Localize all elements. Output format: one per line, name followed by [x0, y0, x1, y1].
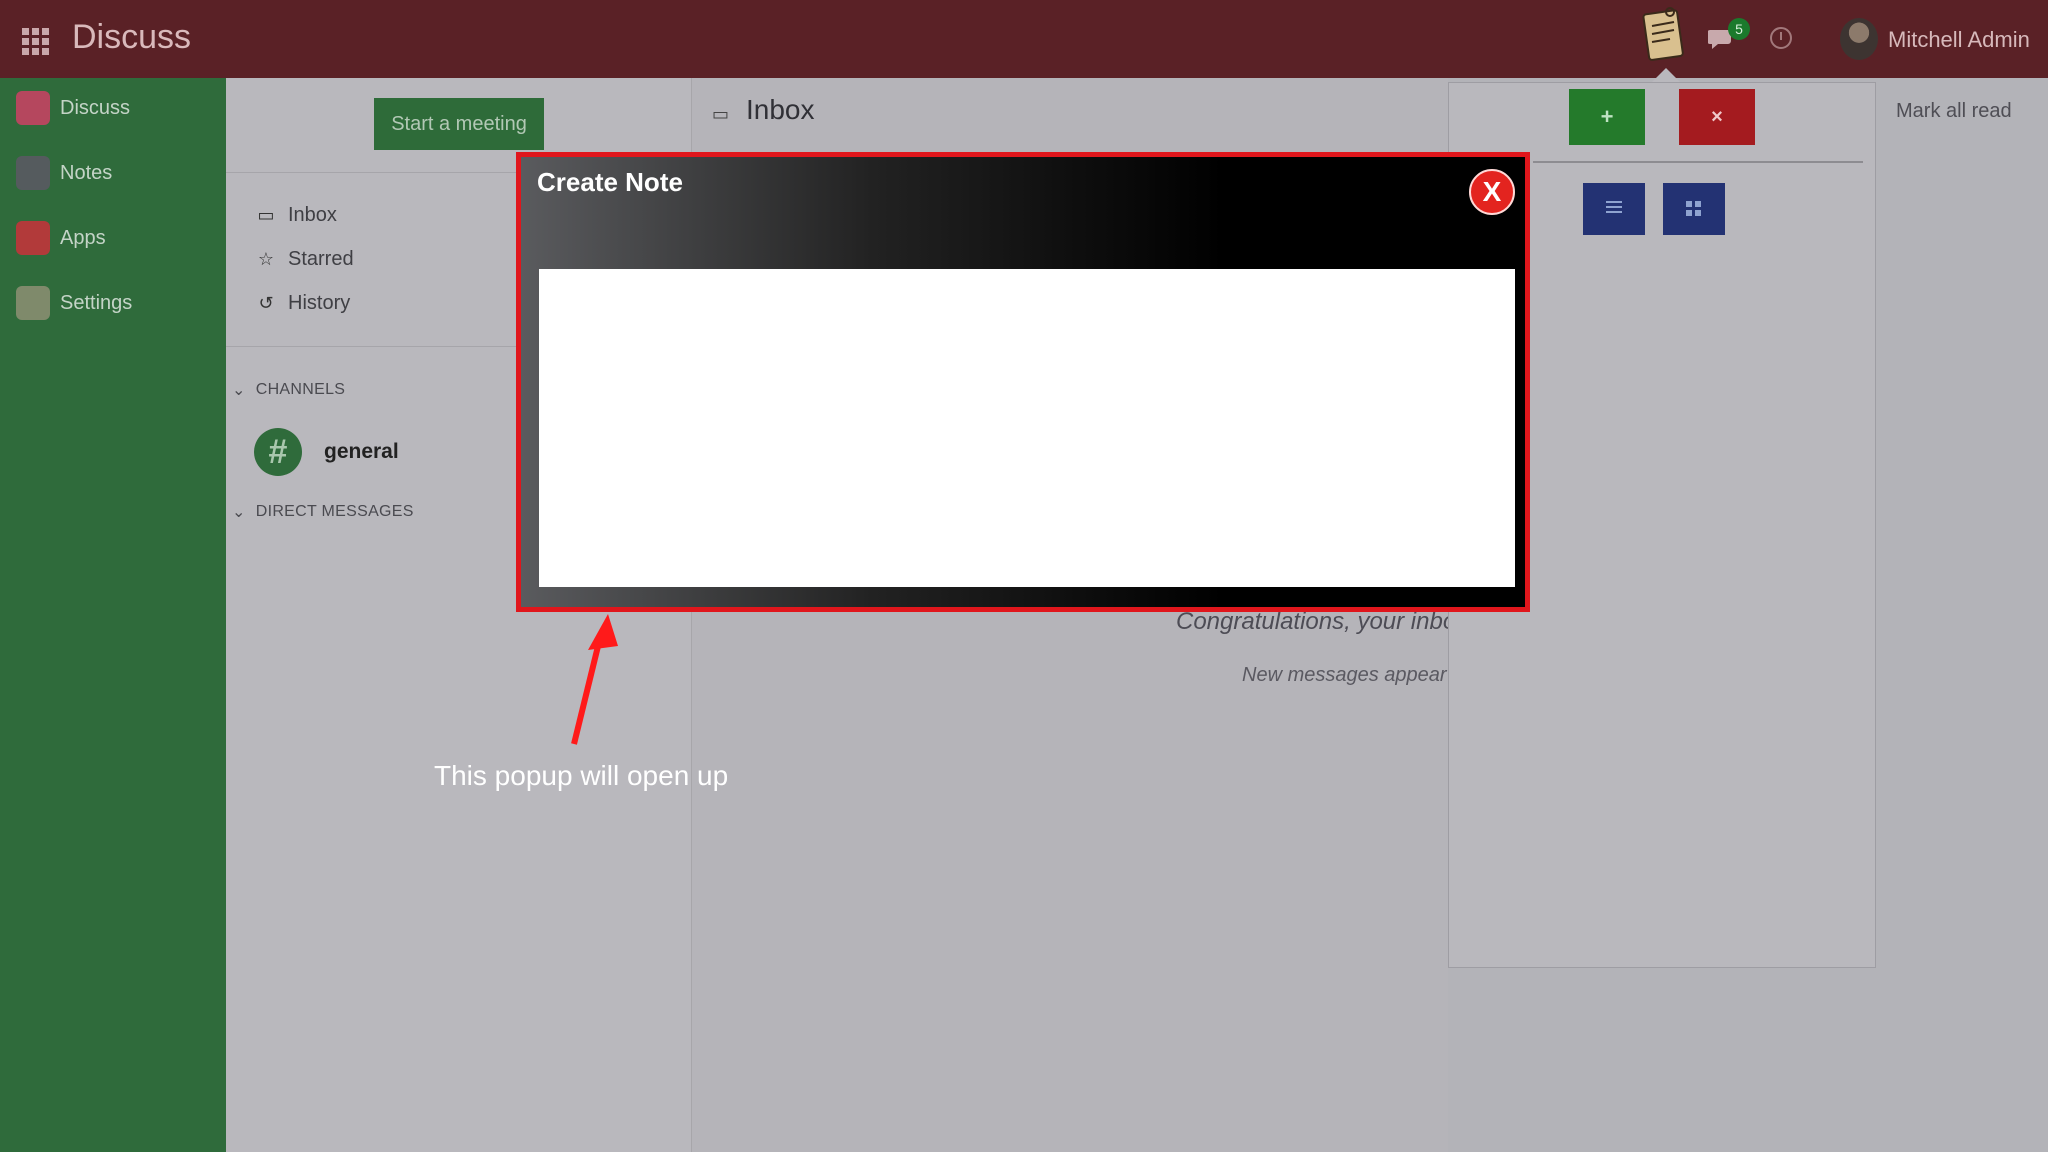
app-title: Discuss: [72, 18, 192, 56]
nav-label: Notes: [60, 161, 113, 184]
mark-all-read-button[interactable]: Mark all read: [1896, 100, 2012, 123]
nav-label: Discuss: [60, 96, 131, 119]
chevron-down-icon: ⌄: [232, 504, 246, 521]
inbox-icon: ▭: [712, 104, 730, 124]
discuss-icon: [16, 91, 50, 125]
start-meeting-button[interactable]: Start a meeting: [374, 98, 544, 150]
mailbox-history[interactable]: ↺ History: [256, 292, 350, 315]
history-icon: ↺: [258, 293, 274, 313]
panel-caret: [1652, 68, 1680, 82]
empty-inbox-subtitle: New messages appear: [1242, 664, 1447, 686]
note-textarea[interactable]: [539, 269, 1515, 587]
nav-item-apps[interactable]: Apps: [16, 220, 106, 256]
app-root: Discuss 5 Mitchell Admin Discuss Notes A…: [0, 0, 2048, 1152]
settings-icon: [16, 286, 50, 320]
star-icon: ☆: [257, 249, 275, 269]
user-avatar[interactable]: [1840, 18, 1878, 60]
page-title: Inbox: [746, 94, 815, 125]
apps-icon: [16, 221, 50, 255]
channels-heading[interactable]: ⌄ CHANNELS: [232, 380, 345, 400]
mailbox-inbox[interactable]: ▭ Inbox: [256, 204, 337, 227]
create-note-popup: Create Note X: [516, 152, 1530, 612]
notes-icon: [16, 156, 50, 190]
app-sidebar: Discuss Notes Apps Settings: [0, 78, 226, 1152]
user-name[interactable]: Mitchell Admin: [1888, 27, 2030, 53]
nav-item-settings[interactable]: Settings: [16, 285, 132, 321]
direct-messages-heading-label: DIRECT MESSAGES: [255, 503, 414, 520]
mailbox-starred[interactable]: ☆ Starred: [256, 248, 354, 271]
nav-item-discuss[interactable]: Discuss: [16, 90, 130, 126]
list-view-icon[interactable]: [1583, 183, 1645, 235]
annotation-arrow-icon: [571, 614, 618, 745]
add-note-button[interactable]: +: [1569, 89, 1645, 145]
direct-messages-heading[interactable]: ⌄ DIRECT MESSAGES: [232, 502, 414, 522]
clock-icon[interactable]: [1770, 27, 1792, 49]
chat-count-badge: 5: [1728, 18, 1750, 40]
close-panel-button[interactable]: ×: [1679, 89, 1755, 145]
main-header: ▭ Inbox: [692, 78, 1448, 148]
nav-label: Apps: [60, 226, 106, 249]
sticky-note-icon[interactable]: [1640, 4, 1688, 64]
inbox-icon: ▭: [257, 205, 275, 225]
channel-name: general: [324, 440, 399, 463]
top-bar: Discuss 5 Mitchell Admin: [0, 0, 2048, 78]
popup-title: Create Note: [537, 167, 683, 197]
annotation-text: This popup will open up: [434, 760, 729, 791]
channel-hash-icon: #: [254, 428, 302, 476]
channels-heading-label: CHANNELS: [255, 381, 346, 398]
channel-general[interactable]: # general: [254, 428, 399, 476]
grid-view-icon[interactable]: [1663, 183, 1725, 235]
mailbox-label: Starred: [288, 248, 354, 270]
popup-close-button[interactable]: X: [1469, 169, 1515, 215]
empty-inbox-title: Congratulations, your inbo: [1176, 608, 1457, 635]
mailbox-label: History: [288, 292, 351, 314]
mailbox-label: Inbox: [288, 204, 337, 226]
chevron-down-icon: ⌄: [232, 382, 246, 399]
nav-label: Settings: [60, 291, 133, 314]
divider: [1533, 161, 1863, 163]
nav-item-notes[interactable]: Notes: [16, 155, 112, 191]
apps-menu-icon[interactable]: [22, 28, 49, 55]
